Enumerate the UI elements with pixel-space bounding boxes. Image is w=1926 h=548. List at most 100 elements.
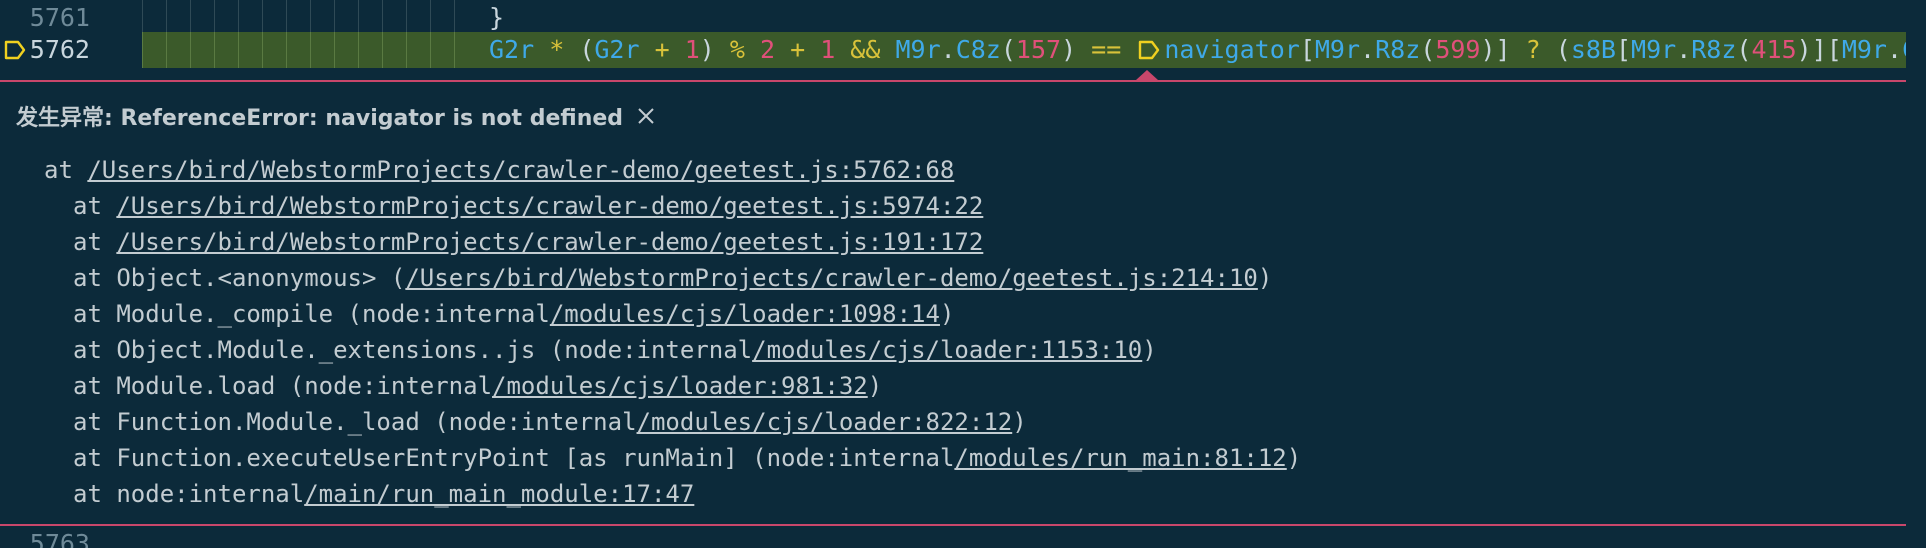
indent-guide <box>310 0 311 36</box>
stack-frame-prefix: at Module._compile (node:internal <box>73 300 550 328</box>
stack-frame-link[interactable]: /modules/run_main:81:12 <box>954 444 1286 472</box>
code-token: . <box>1676 35 1692 64</box>
exception-pointer <box>1136 70 1158 80</box>
indent-guide <box>430 0 431 36</box>
indent-guide <box>358 32 359 68</box>
indent-guide <box>430 32 431 68</box>
code-area: G2r * (G2r + 1) % 2 + 1 && M9r.C8z(157) … <box>142 32 1926 68</box>
code-token: 157 <box>1015 35 1062 64</box>
code-token: ( <box>1420 35 1436 64</box>
indent-guide <box>166 0 167 36</box>
code-line-5761[interactable]: 5761 } <box>0 0 1926 36</box>
inline-breakpoint-marker-icon[interactable] <box>1138 39 1160 61</box>
stack-frame-suffix: ) <box>867 372 883 400</box>
code-token: [ <box>1826 35 1842 64</box>
code-token: M9r <box>1314 35 1361 64</box>
code-token: G2r <box>489 35 535 64</box>
stack-frame-link[interactable]: /main/run_main_module:17:47 <box>304 480 694 508</box>
code-token: . <box>1360 35 1376 64</box>
code-token: 1 <box>820 35 836 64</box>
indent-guide <box>142 0 143 36</box>
code-line-5763[interactable]: 5763 <box>0 526 1926 548</box>
stack-frame-link[interactable]: /modules/cjs/loader:1098:14 <box>550 300 940 328</box>
code-token: ) <box>1061 35 1077 64</box>
indent-guide <box>190 32 191 68</box>
code-token: ( <box>1736 35 1752 64</box>
code-token: navigator <box>1164 35 1300 64</box>
stack-frame: at Function.executeUserEntryPoint [as ru… <box>0 440 1301 476</box>
current-line-code: G2r * (G2r + 1) % 2 + 1 && M9r.C8z(157) … <box>489 32 1926 68</box>
code-token: * <box>534 35 580 64</box>
code-token: 2 <box>759 35 776 64</box>
indent-guide <box>310 32 311 68</box>
code-token: ? <box>1510 35 1556 64</box>
stack-frame-link[interactable]: /modules/cjs/loader:1153:10 <box>752 336 1142 364</box>
stack-frame-prefix: at Function.executeUserEntryPoint [as ru… <box>73 444 955 472</box>
stack-frame-link[interactable]: /Users/bird/WebstormProjects/crawler-dem… <box>405 264 1258 292</box>
indent-guide <box>334 0 335 36</box>
exception-header: 发生异常: ReferenceError: navigator is not d… <box>16 100 657 132</box>
stack-frame-suffix: ) <box>939 300 955 328</box>
stack-frame: at Object.Module._extensions..js (node:i… <box>0 332 1301 368</box>
vertical-scrollbar[interactable] <box>1906 0 1926 548</box>
code-token: ) <box>1480 35 1496 64</box>
code-token: [ <box>1615 35 1632 64</box>
stack-frame-prefix: at <box>73 228 117 256</box>
code-token: M9r <box>1841 35 1887 64</box>
indent-guide <box>454 32 455 68</box>
indent-guide <box>262 0 263 36</box>
code-area: } <box>142 0 1926 36</box>
code-token: ] <box>1811 35 1827 64</box>
exception-widget: 发生异常: ReferenceError: navigator is not d… <box>0 70 1906 526</box>
close-icon[interactable] <box>635 105 657 127</box>
stack-frame-link[interactable]: /Users/bird/WebstormProjects/crawler-dem… <box>116 192 983 220</box>
line-number: 5763 <box>29 529 90 548</box>
code-token: 1 <box>684 35 700 64</box>
indent-guide <box>454 0 455 36</box>
code-token: M9r <box>895 35 941 64</box>
stack-frame: at Module.load (node:internal/modules/cj… <box>0 368 1301 404</box>
code-line-5762[interactable]: 5762 G2r * (G2r + 1) % 2 + 1 && M9r.C8z(… <box>0 32 1926 68</box>
line-number: 5761 <box>29 3 90 32</box>
indent-guide <box>190 0 191 36</box>
stack-frame-prefix: at Function.Module._load (node:internal <box>73 408 637 436</box>
stack-frame-link[interactable]: /modules/cjs/loader:822:12 <box>637 408 1013 436</box>
code-token: G2r <box>594 35 640 64</box>
code-text: } <box>489 3 505 32</box>
stack-frame-prefix: at <box>44 156 88 184</box>
stack-frame-prefix: at Object.<anonymous> ( <box>73 264 406 292</box>
indent-guide <box>262 32 263 68</box>
code-token: ( <box>1000 35 1016 64</box>
code-token: ( <box>579 35 595 64</box>
code-token: . <box>940 35 956 64</box>
indent-guide <box>382 32 383 68</box>
stack-frame-link[interactable]: /Users/bird/WebstormProjects/crawler-dem… <box>116 228 983 256</box>
stack-frame-link[interactable]: /Users/bird/WebstormProjects/crawler-dem… <box>87 156 954 184</box>
indent-guide <box>238 0 239 36</box>
indent-guide <box>214 0 215 36</box>
code-token: ) <box>699 35 715 64</box>
stack-frame-suffix: ) <box>1257 264 1273 292</box>
code-token: s8B <box>1570 35 1616 64</box>
indent-guide <box>286 32 287 68</box>
code-editor: 5761 } 5762 G2r * (G2r + 1) % 2 + 1 && M… <box>0 0 1926 548</box>
indent-guide <box>238 32 239 68</box>
code-token: C8z <box>955 35 1001 64</box>
code-token: % <box>714 35 760 64</box>
code-token: 415 <box>1751 35 1797 64</box>
code-token: == <box>1076 35 1137 64</box>
code-token: ( <box>1555 35 1571 64</box>
current-execution-marker-icon[interactable] <box>4 39 26 61</box>
code-token: . <box>1886 35 1903 64</box>
stack-frame: at /Users/bird/WebstormProjects/crawler-… <box>0 152 1301 188</box>
stack-frame-link[interactable]: /modules/cjs/loader:981:32 <box>492 372 868 400</box>
stack-frame-prefix: at Module.load (node:internal <box>73 372 493 400</box>
stack-frame: at Object.<anonymous> (/Users/bird/Webst… <box>0 260 1301 296</box>
stack-frame: at Function.Module._load (node:internal/… <box>0 404 1301 440</box>
code-token: [ <box>1299 35 1315 64</box>
stack-frame: at node:internal/main/run_main_module:17… <box>0 476 1301 512</box>
code-token: R8z <box>1375 35 1421 64</box>
indent-guide <box>214 32 215 68</box>
stack-frame-prefix: at Object.Module._extensions..js (node:i… <box>73 336 753 364</box>
code-token: + <box>639 35 685 64</box>
